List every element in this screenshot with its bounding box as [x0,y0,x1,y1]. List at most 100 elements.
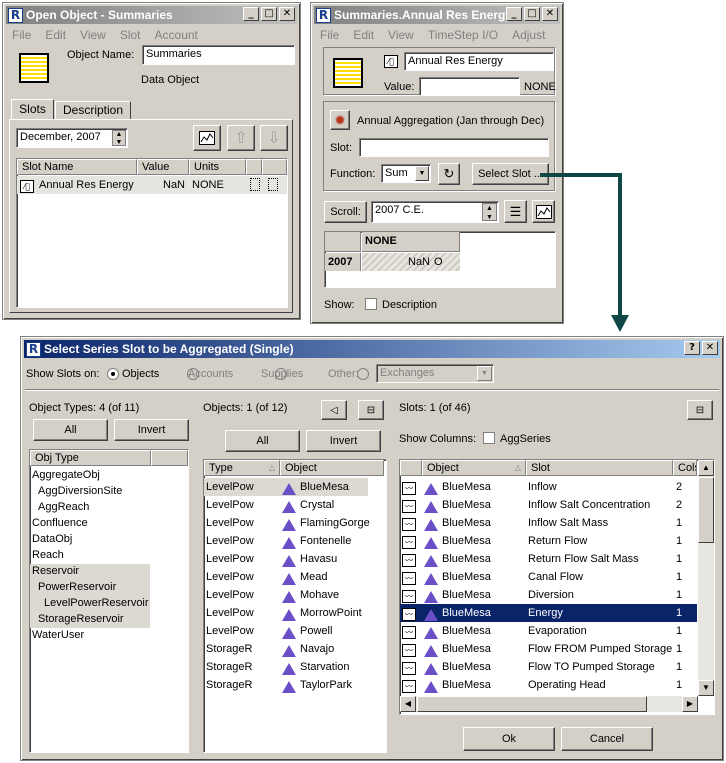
slot-row[interactable]: 〰 BlueMesa Return Flow 1 [400,532,697,550]
menu-view[interactable]: View [80,28,106,42]
list-item-selected[interactable]: LevelPowerReservoir [30,596,150,612]
plot-button[interactable] [193,125,221,151]
chevron-down-icon[interactable]: ▼ [477,366,492,381]
scroll-date-spinbox[interactable]: 2007 C.E. [371,201,499,223]
aggregation-gear-button[interactable]: ✹ [330,110,350,130]
object-name-field[interactable]: Summaries [142,45,295,65]
object-row[interactable]: LevelPow MorrowPoint [204,604,384,622]
slots-horizontal-scrollbar[interactable]: ◀ ▶ [400,696,698,712]
object-row[interactable]: LevelPow Mohave [204,586,384,604]
tab-slots[interactable]: Slots [11,99,54,120]
slot-row[interactable]: 〰 BlueMesa Diversion 1 [400,586,697,604]
object-row[interactable]: StorageR TaylorPark [204,676,384,694]
object-row[interactable]: LevelPow Crystal [204,496,384,514]
slot-window-titlebar[interactable]: R Summaries.Annual Res Energy _ □ ✕ [314,6,560,24]
maximize-button[interactable]: □ [524,7,540,21]
date-spin-arrows[interactable]: ▲ ▼ [112,130,126,146]
menu-file[interactable]: File [12,28,31,42]
list-view-button[interactable]: ☰ [504,200,527,223]
objects-all-button[interactable]: All [225,430,300,452]
slot-row-selected[interactable]: 〰 BlueMesa Energy 1 [400,604,697,622]
scroll-thumb[interactable] [698,477,714,543]
back-button[interactable]: ◁ [321,400,347,420]
description-checkbox[interactable] [365,298,377,310]
radio-other[interactable] [357,368,370,381]
radio-objects[interactable] [107,368,119,381]
minimize-button[interactable]: _ [506,7,522,21]
header-slot[interactable]: Slot [526,460,673,476]
move-up-button[interactable]: ⇧ [227,125,255,151]
slot-row[interactable]: 〰 BlueMesa Inflow Salt Mass 1 [400,514,697,532]
slot-row[interactable]: 〰 BlueMesa Inflow Salt Concentration 2 [400,496,697,514]
header-obj-type[interactable]: Obj Type [30,450,151,466]
value-field[interactable] [419,77,520,96]
aggregated-slot-field[interactable] [359,138,549,157]
list-item[interactable]: AggDiversionSite [30,484,188,500]
scroll-left-arrow[interactable]: ◀ [400,696,416,712]
object-row[interactable]: LevelPow Powell [204,622,384,640]
object-row[interactable]: StorageR Navajo [204,640,384,658]
list-item-selected[interactable]: StorageReservoir [30,612,150,628]
slots-vertical-scrollbar[interactable]: ▲ ▼ [698,460,714,696]
header-cols[interactable]: Cols [673,460,697,476]
object-row[interactable]: StorageR Starvation [204,658,384,676]
menu-account[interactable]: Account [155,28,198,42]
header-slot-name[interactable]: Slot Name [17,159,137,175]
list-item-selected[interactable]: Reservoir [30,564,150,580]
objects-invert-button[interactable]: Invert [306,430,381,452]
scroll-down-arrow[interactable]: ▼ [698,680,714,696]
list-item[interactable]: AggReach [30,500,188,516]
list-item-selected[interactable]: PowerReservoir [30,580,150,596]
object-types-invert-button[interactable]: Invert [114,419,189,441]
object-row[interactable]: LevelPow FlamingGorge [204,514,384,532]
menu-adjust[interactable]: Adjust [512,28,545,42]
menu-timestep-io[interactable]: TimeStep I/O [428,28,498,42]
close-button[interactable]: ✕ [702,341,718,355]
object-types-all-button[interactable]: All [33,419,108,441]
open-object-titlebar[interactable]: R Open Object - Summaries _ □ ✕ [6,6,297,24]
object-row[interactable]: LevelPow Mead [204,568,384,586]
header-object[interactable]: Object [280,460,384,476]
grid-cell[interactable]: NaN O [362,253,460,271]
menu-file[interactable]: File [320,28,339,42]
aggseries-checkbox[interactable] [483,432,495,444]
cancel-button[interactable]: Cancel [561,727,653,751]
slot-row[interactable]: 〰 BlueMesa Return Flow Salt Mass 1 [400,550,697,568]
slot-row[interactable]: 〰 BlueMesa Inflow 2 [400,478,697,496]
move-down-button[interactable]: ⇩ [260,125,288,151]
header-slot-object[interactable]: Object △ [422,460,526,476]
list-item[interactable]: WaterUser [30,628,188,644]
object-row[interactable]: LevelPow Fontenelle [204,532,384,550]
header-type[interactable]: Type △ [204,460,280,476]
objects-filter-button[interactable]: ⊟ [358,400,384,420]
list-item[interactable]: Reach [30,548,188,564]
list-item[interactable]: AggregateObj [30,468,188,484]
chevron-down-icon[interactable]: ▼ [415,166,429,181]
list-item[interactable]: Confluence [30,516,188,532]
menu-edit[interactable]: Edit [353,28,374,42]
dialog-titlebar[interactable]: R Select Series Slot to be Aggregated (S… [24,340,720,358]
slot-row[interactable]: 〰 BlueMesa Evaporation 1 [400,622,697,640]
grid-row-header[interactable]: 2007 [325,253,361,271]
menu-edit[interactable]: Edit [45,28,66,42]
header-flag2[interactable] [262,159,287,175]
object-row[interactable]: LevelPow Havasu [204,550,384,568]
close-button[interactable]: ✕ [542,7,558,21]
close-button[interactable]: ✕ [279,7,295,21]
slot-name-field[interactable]: Annual Res Energy [404,52,554,71]
slot-row[interactable]: 〰 BlueMesa Flow TO Pumped Storage 1 [400,658,697,676]
maximize-button[interactable]: □ [261,7,277,21]
list-item[interactable]: DataObj [30,532,188,548]
table-row[interactable]: ⁄⃞ Annual Res Energy NaN NONE [17,176,287,194]
object-row[interactable]: LevelPow BlueMesa [204,478,368,496]
scroll-button[interactable]: Scroll: [324,201,367,223]
header-value[interactable]: Value [137,159,189,175]
slot-row[interactable]: 〰 BlueMesa Operating Head 1 [400,676,697,694]
slot-row[interactable]: 〰 BlueMesa Flow FROM Pumped Storage 1 [400,640,697,658]
menu-slot[interactable]: Slot [120,28,141,42]
help-button[interactable]: ? [684,341,700,355]
tab-description[interactable]: Description [55,101,131,120]
scroll-up-arrow[interactable]: ▲ [698,460,714,476]
ok-button[interactable]: Ok [463,727,555,751]
header-units[interactable]: Units [189,159,246,175]
